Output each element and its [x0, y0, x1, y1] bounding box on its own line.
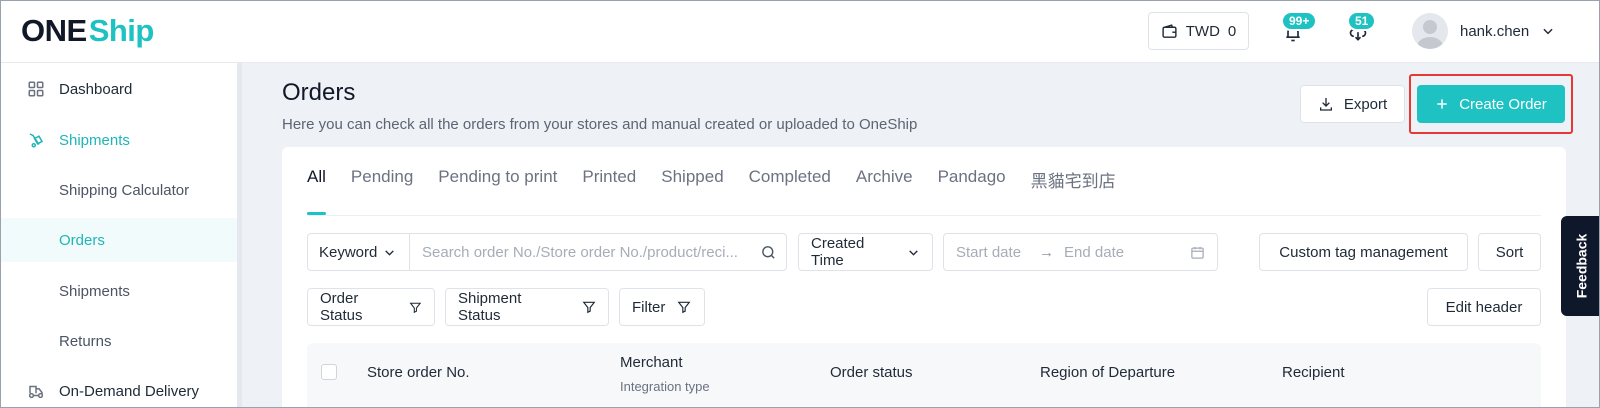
sidebar: Dashboard Shipments Shipping Calculator … — [1, 63, 242, 407]
chevron-down-icon — [909, 249, 918, 256]
tab-archive[interactable]: Archive — [856, 167, 913, 217]
logo-one: ONE — [21, 13, 87, 48]
notifications-button[interactable]: 99+ — [1279, 11, 1318, 47]
chevron-down-icon — [385, 249, 395, 256]
sidebar-item-shipments[interactable]: Shipments — [1, 269, 237, 313]
column-merchant-sub: Integration type — [620, 379, 710, 394]
custom-tag-management-button[interactable]: Custom tag management — [1259, 233, 1468, 271]
sidebar-item-label: Shipments — [59, 282, 130, 300]
sidebar-item-shipping-calculator[interactable]: Shipping Calculator — [1, 168, 237, 212]
wallet-icon — [1162, 23, 1177, 38]
calendar-icon — [1191, 246, 1204, 259]
tab-printed[interactable]: Printed — [582, 167, 636, 217]
shipment-status-label: Shipment Status — [458, 290, 522, 324]
edit-header-button[interactable]: Edit header — [1427, 288, 1541, 326]
end-date-input[interactable]: End date — [1064, 244, 1124, 261]
sidebar-item-dashboard[interactable]: Dashboard — [1, 67, 237, 111]
time-type-select[interactable]: Created Time — [798, 233, 933, 271]
filter-button[interactable]: Filter — [619, 288, 705, 326]
column-store-order-no: Store order No. — [367, 364, 470, 381]
tab-black-cat[interactable]: 黑貓宅到店 — [1031, 167, 1116, 217]
sidebar-item-returns[interactable]: Returns — [1, 319, 237, 363]
wallet-balance-button[interactable]: TWD 0 — [1148, 12, 1249, 50]
search-icon — [761, 245, 775, 259]
column-recipient: Recipient — [1282, 364, 1345, 381]
tab-all[interactable]: All — [307, 167, 326, 217]
tabs-divider — [307, 215, 1541, 216]
oneship-logo[interactable]: ONE Ship — [21, 13, 154, 49]
sidebar-item-label: Orders — [59, 231, 105, 249]
shipment-status-filter[interactable]: Shipment Status — [445, 288, 609, 326]
export-icon — [1319, 98, 1332, 111]
sidebar-item-label: On-Demand Delivery — [59, 382, 200, 400]
tab-pending[interactable]: Pending — [351, 167, 413, 217]
user-name: hank.chen — [1460, 22, 1530, 40]
funnel-icon — [677, 301, 691, 314]
sidebar-item-label: Dashboard — [59, 80, 133, 98]
wallet-amount: 0 — [1227, 22, 1237, 40]
tab-shipped[interactable]: Shipped — [661, 167, 723, 217]
avatar — [1412, 13, 1448, 49]
page-title: Orders — [282, 79, 356, 106]
order-status-filter[interactable]: Order Status — [307, 288, 435, 326]
start-date-input[interactable]: Start date — [956, 244, 1021, 261]
keyword-select[interactable]: Keyword — [308, 234, 410, 270]
date-range-picker[interactable]: Start date → End date — [943, 233, 1218, 271]
top-bar: ONE Ship TWD 0 99+ 51 hank.chen — [1, 1, 1599, 63]
create-order-button[interactable]: Create Order — [1417, 85, 1565, 123]
search-button[interactable] — [750, 234, 786, 270]
filter-label: Filter — [632, 298, 666, 316]
tab-completed[interactable]: Completed — [749, 167, 831, 217]
table-header — [307, 343, 1541, 407]
notifications-badge: 99+ — [1281, 11, 1318, 31]
search-input[interactable] — [410, 234, 750, 270]
feedback-label: Feedback — [1573, 233, 1589, 299]
feedback-tab[interactable]: Feedback — [1561, 216, 1599, 316]
keyword-select-label: Keyword — [319, 243, 378, 261]
order-tabs: All Pending Pending to print Printed Shi… — [307, 167, 1116, 217]
sidebar-item-label: Shipping Calculator — [59, 181, 190, 199]
sidebar-item-label: Shipments — [59, 131, 130, 149]
shipments-icon — [29, 133, 44, 148]
time-type-label: Created Time — [811, 235, 865, 269]
app-window: ONE Ship TWD 0 99+ 51 hank.chen Dashboar… — [0, 0, 1600, 408]
tab-pending-to-print[interactable]: Pending to print — [438, 167, 557, 217]
create-order-label: Create Order — [1459, 95, 1547, 113]
export-button[interactable]: Export — [1300, 85, 1405, 123]
column-region-of-departure: Region of Departure — [1040, 364, 1176, 381]
logo-ship: Ship — [88, 13, 155, 48]
sidebar-item-label: Returns — [59, 332, 112, 350]
tab-pandago[interactable]: Pandago — [938, 167, 1006, 217]
downloads-button[interactable]: 51 — [1344, 11, 1377, 47]
wallet-currency: TWD — [1185, 22, 1220, 40]
delivery-icon — [28, 385, 44, 399]
order-status-label: Order Status — [320, 290, 363, 324]
select-all-checkbox[interactable] — [321, 364, 337, 380]
user-menu[interactable]: hank.chen — [1412, 11, 1555, 51]
export-label: Export — [1343, 95, 1388, 113]
downloads-badge: 51 — [1347, 11, 1377, 31]
chevron-down-icon — [1543, 28, 1553, 35]
arrow-right-icon: → — [1039, 243, 1055, 261]
keyword-search-group: Keyword — [307, 233, 787, 271]
sidebar-item-shipments-group[interactable]: Shipments — [1, 118, 237, 162]
page-description: Here you can check all the orders from y… — [282, 116, 918, 133]
dashboard-icon — [28, 81, 44, 97]
column-order-status: Order status — [830, 364, 913, 381]
sidebar-item-on-demand-delivery[interactable]: On-Demand Delivery — [1, 369, 237, 407]
sidebar-item-orders[interactable]: Orders — [1, 218, 237, 262]
funnel-icon — [582, 301, 596, 314]
plus-icon — [1437, 99, 1447, 109]
column-merchant: Merchant — [620, 354, 683, 371]
funnel-icon — [409, 302, 422, 313]
sort-button[interactable]: Sort — [1478, 233, 1541, 271]
